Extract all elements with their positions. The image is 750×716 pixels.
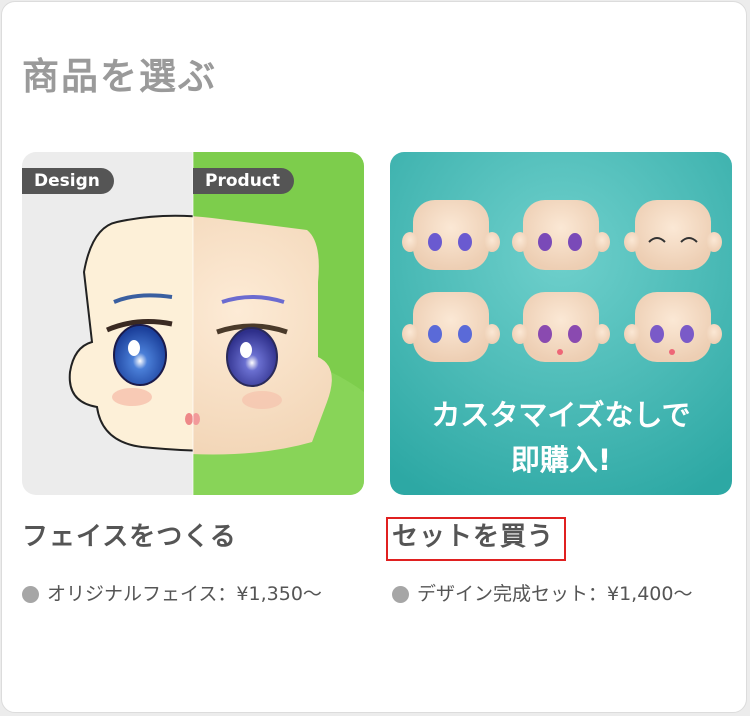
buy-set-link[interactable]: セットを買う [392, 524, 554, 550]
bullet-dot-icon [22, 586, 39, 603]
face-row-2 [402, 292, 722, 362]
card-buy-set-image[interactable]: カスタマイズなしで 即購入! [390, 152, 732, 495]
banner-text-line1: カスタマイズなしで [431, 398, 690, 432]
banner-text-line2: 即購入! [511, 443, 611, 477]
face-row-1 [402, 200, 722, 270]
price-original-face: オリジナルフェイス：¥1,350〜 [22, 585, 322, 604]
create-face-link[interactable]: フェイスをつくる [22, 524, 237, 550]
face-design-product-illustration [22, 152, 364, 495]
price-design-set: デザイン完成セット：¥1,400〜 [392, 585, 692, 604]
price-design-set-text: デザイン完成セット：¥1,400〜 [417, 583, 693, 605]
bullet-dot-icon [392, 586, 409, 603]
product-select-panel: 商品を選ぶ Design Product カスタマイズなしで 即購入! フェイス… [1, 1, 747, 713]
card-create-face-image[interactable]: Design Product [22, 152, 364, 495]
tag-design: Design [22, 168, 114, 194]
section-title: 商品を選ぶ [22, 55, 217, 98]
tag-product: Product [193, 168, 294, 194]
face-set-illustration: カスタマイズなしで 即購入! [390, 152, 732, 495]
price-original-face-text: オリジナルフェイス：¥1,350〜 [47, 583, 322, 605]
